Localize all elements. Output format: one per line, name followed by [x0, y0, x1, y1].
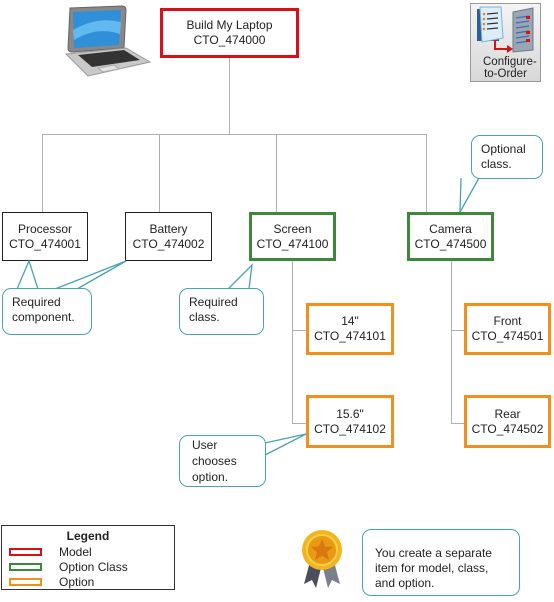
callout-user-chooses-option: User chooses option. — [179, 435, 266, 487]
legend-swatch-model — [9, 548, 42, 556]
legend-title: Legend — [66, 529, 110, 543]
callout-required-component: Required component. — [2, 288, 92, 335]
callout-optional-class: Optional class. — [471, 135, 543, 179]
award-ribbon-icon — [302, 530, 342, 588]
callout-text: Optional class. — [481, 142, 526, 171]
legend-swatch-option-class — [9, 563, 42, 571]
callout-text: User chooses option. — [192, 438, 237, 484]
callout-text: You create a separate item for model, cl… — [375, 546, 492, 590]
legend-label: Option Class — [59, 560, 128, 574]
legend-item-option: Option — [9, 575, 94, 589]
legend: Legend Model Option Class Option — [1, 525, 175, 590]
legend-label: Model — [59, 545, 92, 559]
callout-text: Required component. — [12, 295, 75, 324]
callout-note: You create a separate item for model, cl… — [362, 529, 520, 596]
legend-swatch-option — [9, 578, 42, 586]
legend-item-option-class: Option Class — [9, 560, 128, 574]
callout-required-class: Required class. — [179, 288, 264, 335]
legend-label: Option — [59, 575, 95, 589]
legend-item-model: Model — [9, 545, 92, 559]
callout-text: Required class. — [189, 295, 238, 324]
